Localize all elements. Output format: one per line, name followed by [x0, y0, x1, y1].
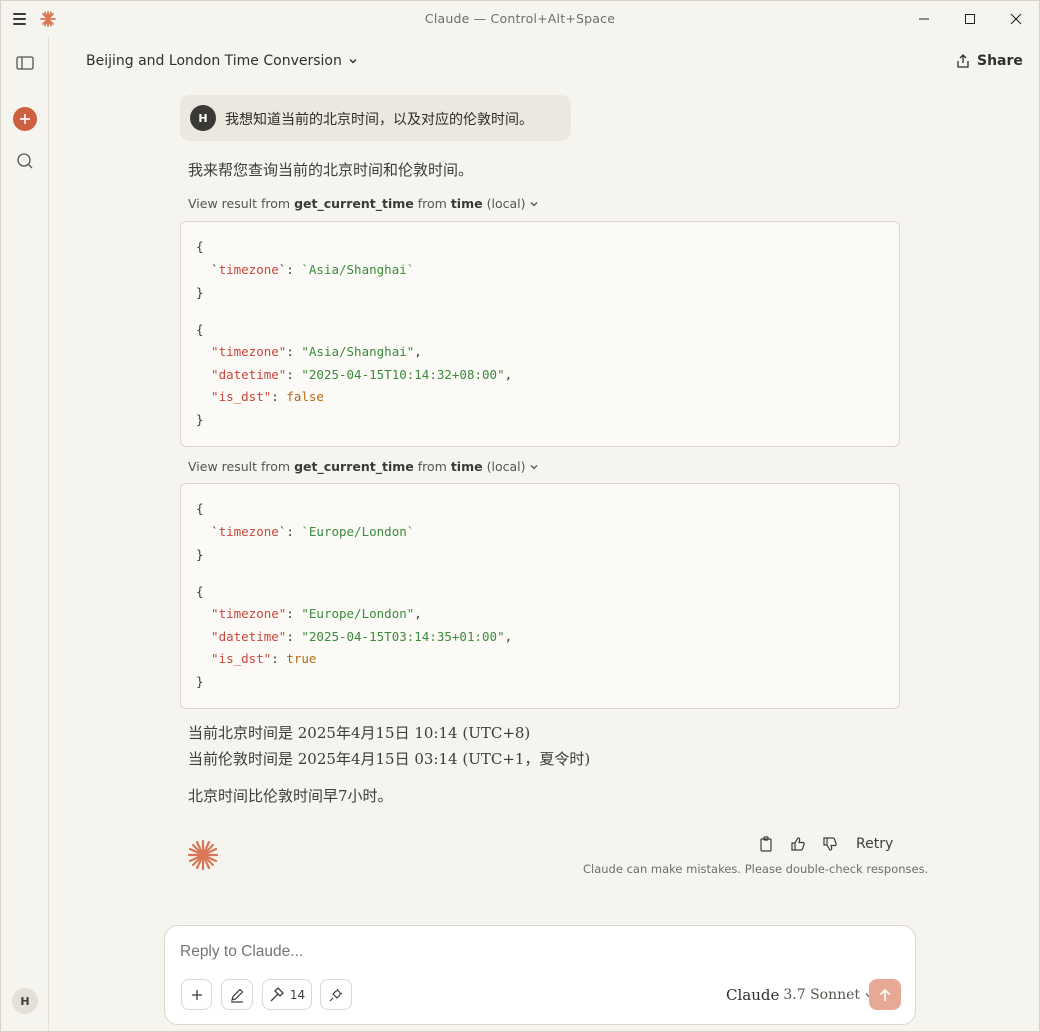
close-icon[interactable] [993, 1, 1039, 37]
send-button[interactable] [869, 979, 901, 1010]
window-title: Claude — Control+Alt+Space [424, 11, 616, 26]
tools-button[interactable]: 14 [262, 979, 312, 1010]
code-line-is-dst: "is_dst": true [196, 651, 317, 666]
integrations-button[interactable] [320, 979, 352, 1010]
code-brace: { [196, 501, 204, 516]
model-name: Claude [726, 986, 780, 1004]
share-icon [957, 54, 969, 68]
tool-result-toggle-1[interactable]: View result from get_current_time from t… [188, 196, 539, 211]
code-brace: } [196, 285, 204, 300]
code-line-input: `timezone`: `Asia/Shanghai` [196, 262, 415, 277]
answer-beijing-time: 当前北京时间是 2025年4月15日 10:14 (UTC+8) [188, 724, 531, 742]
chevron-down-icon [531, 201, 538, 206]
user-message: H 我想知道当前的北京时间，以及对应的伦敦时间。 [180, 95, 571, 141]
code-line-timezone: "timezone": "Europe/London", [196, 606, 422, 621]
conversation-title: Beijing and London Time Conversion [86, 53, 342, 69]
sidebar-toggle-icon[interactable] [13, 51, 37, 75]
model-selector[interactable]: Claude 3.7 Sonnet [726, 986, 874, 1004]
code-brace: } [196, 412, 204, 427]
tool-server-scope: (local) [486, 459, 526, 474]
user-message-avatar: H [190, 105, 216, 131]
code-brace: { [196, 584, 204, 599]
code-brace: } [196, 674, 204, 689]
composer: 14 Claude 3.7 Sonnet [164, 925, 916, 1025]
new-chat-plus-icon[interactable] [13, 107, 37, 131]
thumbs-down-icon[interactable] [822, 836, 838, 852]
conversation-title-dropdown[interactable]: Beijing and London Time Conversion [86, 53, 358, 69]
claude-spark-icon [187, 839, 219, 871]
tool-result-prefix: View result from [188, 196, 291, 211]
sidebar: H [1, 37, 49, 1031]
code-line-is-dst: "is_dst": false [196, 389, 324, 404]
tool-result-toggle-2[interactable]: View result from get_current_time from t… [188, 459, 539, 474]
tool-server-name: time [450, 459, 483, 474]
tool-result-prefix: View result from [188, 459, 291, 474]
chevron-down-icon [349, 59, 357, 64]
hammer-icon [270, 986, 284, 1001]
retry-button[interactable]: Retry [856, 836, 893, 852]
tool-server-scope: (local) [486, 196, 526, 211]
model-version: 3.7 Sonnet [783, 987, 861, 1003]
code-line-input: `timezone`: `Europe/London` [196, 524, 415, 539]
title-bar: Claude — Control+Alt+Space [1, 1, 1039, 37]
tool-result-code-block-1: { `timezone`: `Asia/Shanghai` } { "timez… [180, 221, 900, 447]
copy-icon[interactable] [758, 836, 774, 852]
plus-icon [191, 989, 202, 1000]
user-avatar[interactable]: H [12, 988, 38, 1014]
code-brace: { [196, 239, 204, 254]
tool-name: get_current_time [294, 459, 414, 474]
pen-icon [231, 988, 244, 1003]
add-attachment-button[interactable] [181, 979, 212, 1010]
user-message-text: 我想知道当前的北京时间，以及对应的伦敦时间。 [225, 112, 533, 128]
assistant-intro-text: 我来帮您查询当前的北京时间和伦敦时间。 [188, 161, 474, 179]
plug-icon [329, 988, 343, 1001]
chat-search-icon[interactable] [13, 149, 37, 173]
tool-server-name: time [450, 196, 483, 211]
code-brace: } [196, 547, 204, 562]
code-line-datetime: "datetime": "2025-04-15T10:14:32+08:00", [196, 367, 513, 382]
tool-result-code-block-2: { `timezone`: `Europe/London` } { "timez… [180, 483, 900, 709]
share-button[interactable]: Share [956, 53, 1023, 69]
chevron-down-icon [531, 464, 538, 469]
minimize-icon[interactable] [901, 1, 947, 37]
tool-name: get_current_time [294, 196, 414, 211]
code-line-datetime: "datetime": "2025-04-15T03:14:35+01:00", [196, 629, 513, 644]
code-brace: { [196, 322, 204, 337]
tools-count: 14 [289, 987, 306, 1002]
arrow-up-icon [879, 988, 891, 1001]
tool-result-from: from [417, 459, 447, 474]
share-label: Share [977, 53, 1023, 69]
thumbs-up-icon[interactable] [790, 836, 806, 852]
message-actions: Retry [758, 836, 893, 852]
reply-input[interactable] [180, 943, 880, 961]
writing-style-button[interactable] [221, 979, 253, 1010]
disclaimer-text: Claude can make mistakes. Please double-… [583, 862, 929, 876]
tool-result-from: from [417, 196, 447, 211]
app-window: Claude — Control+Alt+Space H Beijing and… [0, 0, 1040, 1032]
answer-time-difference: 北京时间比伦敦时间早7小时。 [188, 787, 393, 805]
code-line-timezone: "timezone": "Asia/Shanghai", [196, 344, 422, 359]
maximize-icon[interactable] [947, 1, 993, 37]
answer-london-time: 当前伦敦时间是 2025年4月15日 03:14 (UTC+1，夏令时) [188, 750, 591, 768]
